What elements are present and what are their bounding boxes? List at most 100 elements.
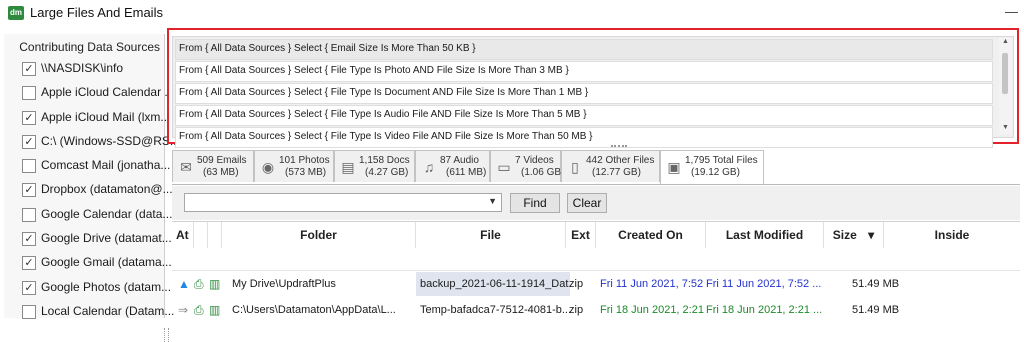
data-sources-sidebar: Contributing Data Sources ✓ \\NASDISK\inf… xyxy=(4,34,180,342)
criteria-scrollbar[interactable]: ▲ ▼ xyxy=(999,38,1012,134)
criteria-row[interactable]: From { All Data Sources } Select { File … xyxy=(175,105,993,126)
checkbox-checked[interactable]: ✓ xyxy=(22,62,36,76)
data-source-label: Google Drive (datamat... xyxy=(41,231,172,246)
scroll-down-arrow-icon[interactable]: ▼ xyxy=(1002,124,1009,131)
filter-bar: ▼ Find Clear xyxy=(172,186,1020,220)
column-header-folder[interactable]: Folder xyxy=(222,222,416,248)
checkbox-unchecked[interactable] xyxy=(22,207,36,222)
cell-folder: My Drive\UpdraftPlus xyxy=(232,278,336,290)
tab-size: (1.06 GB) xyxy=(521,167,565,178)
window-title: Large Files And Emails xyxy=(30,5,163,20)
data-source-item[interactable]: ✓ Google Drive (datamat... xyxy=(4,228,172,252)
column-header-modified[interactable]: Last Modified xyxy=(706,222,824,248)
data-source-item[interactable]: Apple iCloud Calendar ... xyxy=(4,82,174,106)
data-source-item[interactable]: ✓ Google Photos (datam... xyxy=(4,277,171,301)
camera-icon: ◉ xyxy=(261,159,275,175)
column-header-inside[interactable]: Inside xyxy=(884,222,1020,248)
cell-size: 51.49 MB xyxy=(852,278,900,290)
data-source-label: Apple iCloud Calendar ... xyxy=(41,85,175,100)
table-row[interactable]: ⇒ ⎙ ▥ C:\Users\Datamaton\AppData\L... Temp-b… xyxy=(172,298,1020,318)
criteria-row[interactable]: From { All Data Sources } Select { Email… xyxy=(175,39,993,60)
find-button[interactable]: Find xyxy=(510,193,560,213)
archive-icon: ▥ xyxy=(209,303,221,317)
checkbox-unchecked[interactable] xyxy=(22,159,36,174)
clear-button[interactable]: Clear xyxy=(567,193,607,213)
grid-filter-row[interactable] xyxy=(172,248,1020,271)
tab-label: 509 Emails xyxy=(197,155,247,166)
tab-music-note[interactable]: ♫ 87 Audio (611 MB) xyxy=(415,150,490,182)
attachment-icon: ⎙ xyxy=(194,303,204,317)
tab-label: 442 Other Files xyxy=(586,155,655,166)
sidebar-header: Contributing Data Sources xyxy=(19,40,160,54)
file-icon: ▯ xyxy=(571,159,579,175)
column-header-blank-1[interactable] xyxy=(194,222,208,248)
tab-size: (19.12 GB) xyxy=(691,167,740,178)
scroll-up-arrow-icon[interactable]: ▲ xyxy=(1002,38,1009,45)
table-row[interactable]: ▲ ⎙ ▥ My Drive\UpdraftPlus backup_2021-06-11… xyxy=(172,272,1020,296)
criteria-row[interactable]: From { All Data Sources } Select { File … xyxy=(175,83,993,104)
share-icon: ⇒ xyxy=(178,303,189,317)
data-source-item[interactable]: Local Calendar (Datam... xyxy=(4,301,174,325)
data-source-item[interactable]: ✓ C:\ (Windows-SSD@RS... xyxy=(4,131,180,155)
sidebar-resize-grip[interactable] xyxy=(164,328,169,342)
tab-video[interactable]: ▭ 7 Videos (1.06 GB) xyxy=(490,150,565,182)
column-header-blank-2[interactable] xyxy=(208,222,222,248)
cell-created: Fri 11 Jun 2021, 7:52 ... xyxy=(600,278,706,290)
tab-size: (573 MB) xyxy=(285,167,327,178)
tab-document[interactable]: ▤ 1,158 Docs (4.27 GB) xyxy=(334,150,415,182)
panel-splitter[interactable] xyxy=(611,145,627,149)
results-grid: ▲ ⎙ ▥ My Drive\UpdraftPlus backup_2021-06-11… xyxy=(172,272,1020,318)
cell-created: Fri 18 Jun 2021, 2:21 ... xyxy=(600,304,706,316)
data-source-item[interactable]: ✓ Dropbox (datamaton@... xyxy=(4,179,173,203)
column-header-file[interactable]: File xyxy=(416,222,566,248)
checkbox-checked[interactable]: ✓ xyxy=(22,232,36,247)
category-tabs: ✉ 509 Emails (63 MB) ◉ 101 Photos (573 MB) ▤ 1,… xyxy=(172,150,1020,185)
checkbox-checked[interactable]: ✓ xyxy=(22,134,36,149)
archive-icon: ▥ xyxy=(209,277,221,291)
tab-image-file[interactable]: ▣ 1,795 Total Files (19.12 GB) xyxy=(660,150,764,184)
column-header-created[interactable]: Created On xyxy=(596,222,706,248)
tab-label: 87 Audio xyxy=(440,155,479,166)
data-source-item[interactable]: Google Calendar (data... xyxy=(4,204,172,228)
tab-envelope[interactable]: ✉ 509 Emails (63 MB) xyxy=(172,150,254,182)
minimize-button[interactable]: — xyxy=(1005,4,1018,19)
video-icon: ▭ xyxy=(497,159,511,175)
tab-size: (611 MB) xyxy=(446,167,487,178)
checkbox-checked[interactable]: ✓ xyxy=(22,183,36,198)
checkbox-checked[interactable]: ✓ xyxy=(22,280,36,295)
data-source-label: Dropbox (datamaton@... xyxy=(41,182,173,197)
column-header-size[interactable]: Size ▾ xyxy=(824,222,884,248)
data-source-label: Google Photos (datam... xyxy=(41,279,172,294)
tab-label: 1,795 Total Files xyxy=(685,155,758,166)
checkbox-checked[interactable]: ✓ xyxy=(22,110,36,125)
data-source-label: Local Calendar (Datam... xyxy=(41,303,175,318)
column-header-ext[interactable]: Ext xyxy=(566,222,596,248)
filter-combo[interactable]: ▼ xyxy=(184,193,502,212)
cell-file: backup_2021-06-11-1914_Dat... xyxy=(416,272,570,296)
cell-ext: zip xyxy=(569,304,584,316)
cell-ext: zip xyxy=(569,278,584,290)
data-source-item[interactable]: ✓ \\NASDISK\info xyxy=(4,58,164,82)
scroll-thumb[interactable] xyxy=(1002,53,1008,94)
data-source-item[interactable]: Comcast Mail (jonatha... xyxy=(4,155,170,179)
column-header-at[interactable]: At xyxy=(172,222,194,248)
checkbox-unchecked[interactable] xyxy=(22,86,36,101)
data-source-item[interactable]: ✓ Apple iCloud Mail (lxm... xyxy=(4,107,170,131)
tab-size: (12.77 GB) xyxy=(592,167,641,178)
checkbox-unchecked[interactable] xyxy=(22,304,36,319)
tab-camera[interactable]: ◉ 101 Photos (573 MB) xyxy=(254,150,334,182)
results-grid-header: At Folder File Ext Created On Last Modif… xyxy=(172,221,1020,249)
criteria-row[interactable]: From { All Data Sources } Select { File … xyxy=(175,61,993,82)
sort-desc-icon: ▾ xyxy=(868,228,875,242)
cell-modified: Fri 18 Jun 2021, 2:21 ... xyxy=(706,304,823,316)
tab-file[interactable]: ▯ 442 Other Files (12.77 GB) xyxy=(561,150,660,182)
criteria-row[interactable]: From { All Data Sources } Select { File … xyxy=(175,127,993,148)
data-source-item[interactable]: ✓ Google Gmail (datama... xyxy=(4,252,172,276)
music-note-icon: ♫ xyxy=(423,159,435,175)
criteria-list-box: From { All Data Sources } Select { Email… xyxy=(172,36,1014,148)
tab-label: 101 Photos xyxy=(279,155,330,166)
cell-folder: C:\Users\Datamaton\AppData\L... xyxy=(232,304,396,316)
data-source-list: ✓ \\NASDISK\info Apple iCloud Calendar ...… xyxy=(4,58,180,325)
checkbox-checked[interactable]: ✓ xyxy=(22,256,36,271)
dropdown-arrow-icon[interactable]: ▼ xyxy=(488,196,497,206)
